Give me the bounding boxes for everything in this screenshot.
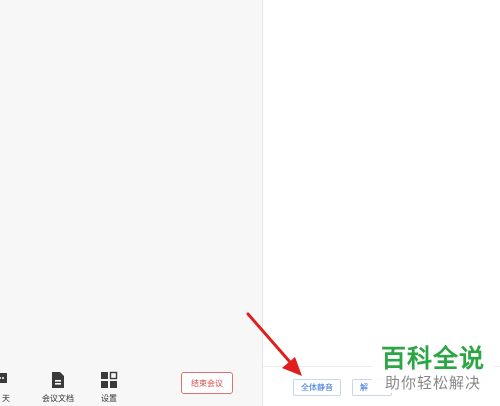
- watermark: 百科全说 助你轻松解决: [372, 344, 494, 393]
- watermark-title: 百科全说: [380, 344, 485, 373]
- watermark-subtitle: 助你轻松解决: [384, 374, 481, 392]
